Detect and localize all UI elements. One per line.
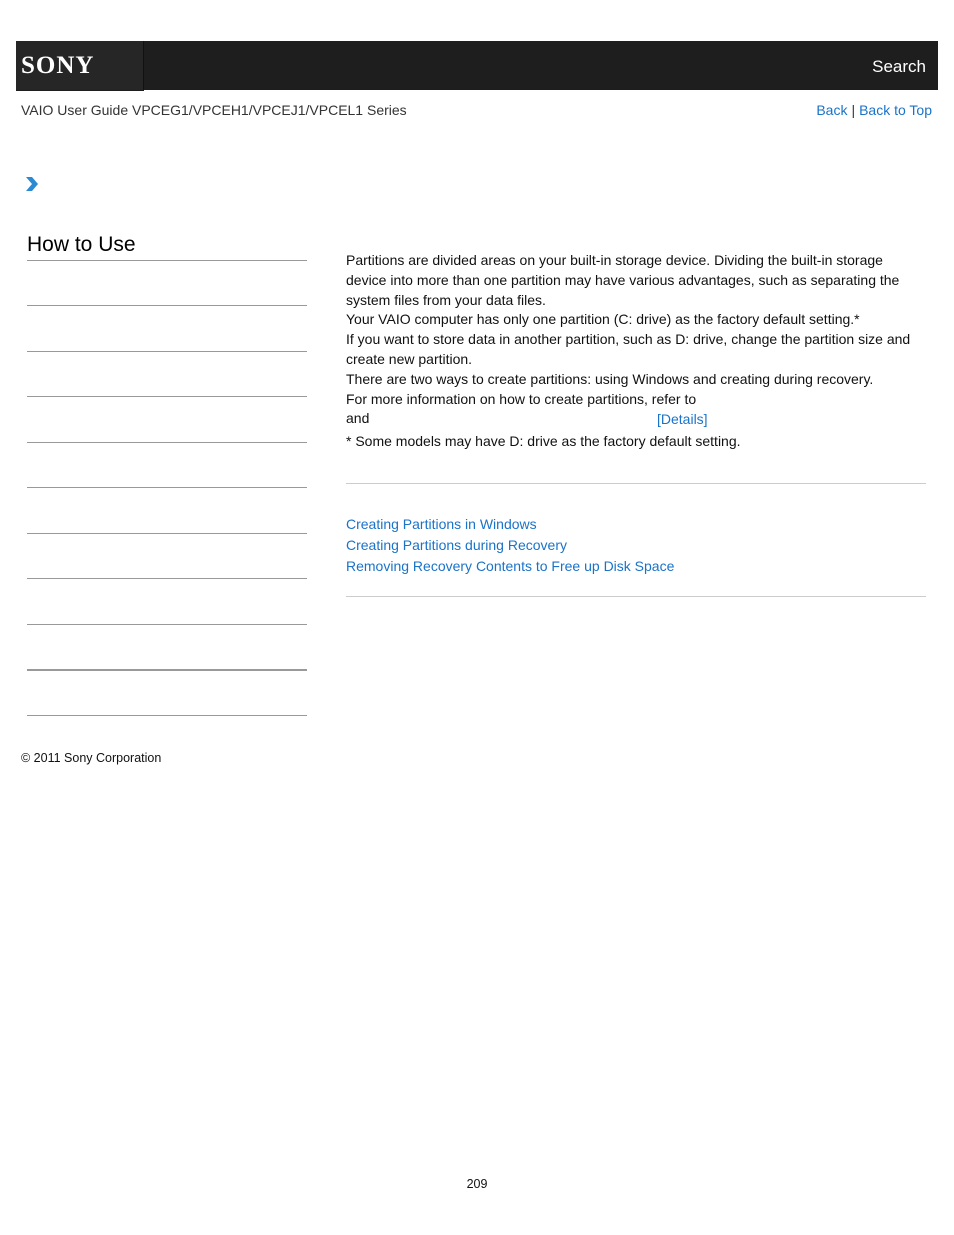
sidebar-item[interactable] bbox=[27, 533, 307, 534]
sidebar-item[interactable] bbox=[27, 578, 307, 579]
sidebar-item[interactable] bbox=[27, 396, 307, 397]
sidebar-divider bbox=[27, 260, 307, 261]
sony-logo: SONY bbox=[21, 52, 95, 79]
related-link-creating-partitions-windows[interactable]: Creating Partitions in Windows bbox=[346, 514, 674, 535]
related-topics: Creating Partitions in Windows Creating … bbox=[346, 514, 674, 577]
content-paragraph: For more information on how to create pa… bbox=[346, 390, 697, 407]
page-number: 209 bbox=[466, 1177, 488, 1191]
sidebar-item[interactable] bbox=[27, 351, 307, 352]
search-button[interactable]: Search bbox=[872, 57, 926, 77]
sidebar-title: How to Use bbox=[27, 233, 136, 256]
related-link-creating-partitions-recovery[interactable]: Creating Partitions during Recovery bbox=[346, 535, 674, 556]
details-link[interactable]: [Details] bbox=[657, 411, 708, 427]
content-paragraph: Your VAIO computer has only one partitio… bbox=[346, 311, 860, 328]
nav-separator: | bbox=[851, 102, 856, 118]
sidebar-item[interactable] bbox=[27, 715, 307, 716]
divider bbox=[346, 596, 926, 597]
sidebar-item[interactable] bbox=[27, 624, 307, 625]
back-to-top-link[interactable]: Back to Top bbox=[859, 102, 932, 118]
footnote: * Some models may have D: drive as the f… bbox=[346, 433, 741, 449]
divider bbox=[346, 483, 926, 484]
copyright: © 2011 Sony Corporation bbox=[21, 751, 162, 765]
sidebar-item[interactable] bbox=[27, 487, 307, 488]
content-paragraph: There are two ways to create partitions:… bbox=[346, 370, 874, 387]
sony-logo-box[interactable]: SONY bbox=[16, 41, 144, 91]
sidebar-item[interactable] bbox=[27, 442, 307, 443]
main-content: Partitions are divided areas on your bui… bbox=[346, 251, 926, 429]
top-header-bar: SONY Search bbox=[16, 41, 938, 91]
content-paragraph: If you want to store data in another par… bbox=[346, 331, 911, 367]
content-paragraph: Partitions are divided areas on your bui… bbox=[346, 252, 900, 308]
sidebar-item[interactable] bbox=[27, 669, 307, 671]
breadcrumb-chevron-icon bbox=[26, 177, 38, 191]
nav-links: Back | Back to Top bbox=[816, 102, 932, 118]
related-link-removing-recovery-contents[interactable]: Removing Recovery Contents to Free up Di… bbox=[346, 556, 674, 577]
guide-title: VAIO User Guide VPCEG1/VPCEH1/VPCEJ1/VPC… bbox=[21, 102, 407, 118]
sidebar-item[interactable] bbox=[27, 305, 307, 306]
content-paragraph: and bbox=[346, 410, 370, 427]
back-link[interactable]: Back bbox=[816, 102, 847, 118]
